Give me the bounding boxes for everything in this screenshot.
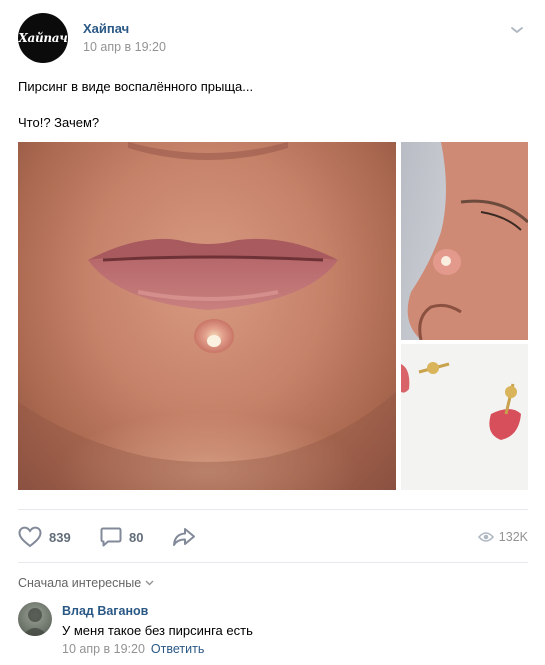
share-button[interactable] (172, 522, 196, 552)
share-icon (173, 528, 195, 546)
comment-button[interactable]: 80 (100, 522, 143, 552)
comment-icon (100, 527, 122, 547)
like-button[interactable]: 839 (18, 522, 71, 552)
post-header: Хайпач Хайпач 10 апр в 19:20 (18, 13, 530, 63)
views-count: 132K (498, 530, 528, 544)
avatar-logo-text: Хайпач (18, 31, 68, 45)
post-text-line: Что!? Зачем? (18, 115, 100, 130)
comment-item: Влад Ваганов У меня такое без пирсинга е… (18, 602, 528, 662)
comment-date[interactable]: 10 апр в 19:20 (62, 642, 145, 656)
comment-author[interactable]: Влад Ваганов (62, 604, 148, 618)
photo-grid (18, 142, 528, 490)
chevron-down-icon (145, 580, 154, 586)
community-avatar[interactable]: Хайпач (18, 13, 68, 63)
comment-meta: 10 апр в 19:20 Ответить (62, 642, 204, 656)
comments-sort-dropdown[interactable]: Сначала интересные (18, 576, 154, 590)
post-text: Пирсинг в виде воспалённого прыща... Что… (18, 78, 253, 150)
heart-icon (18, 526, 42, 548)
reply-button[interactable]: Ответить (151, 642, 204, 656)
photo-lip-piercing[interactable] (18, 142, 396, 490)
divider (18, 562, 528, 563)
eye-icon (477, 532, 494, 542)
likes-count: 839 (49, 529, 71, 545)
comments-sort-label: Сначала интересные (18, 576, 142, 590)
comment-text: У меня такое без пирсинга есть (62, 623, 253, 638)
post-date[interactable]: 10 апр в 19:20 (83, 40, 166, 54)
photo-stud-earrings[interactable] (401, 344, 528, 490)
post-actions: 839 80 132K (18, 522, 528, 552)
divider (18, 509, 528, 510)
post-text-line: Пирсинг в виде воспалённого прыща... (18, 79, 254, 94)
chevron-down-icon[interactable] (510, 25, 524, 35)
views-counter: 132K (477, 522, 528, 552)
photo-nose-piercing[interactable] (401, 142, 528, 340)
post-author[interactable]: Хайпач (83, 21, 129, 36)
comments-count: 80 (129, 529, 144, 545)
commenter-avatar[interactable] (18, 602, 52, 636)
